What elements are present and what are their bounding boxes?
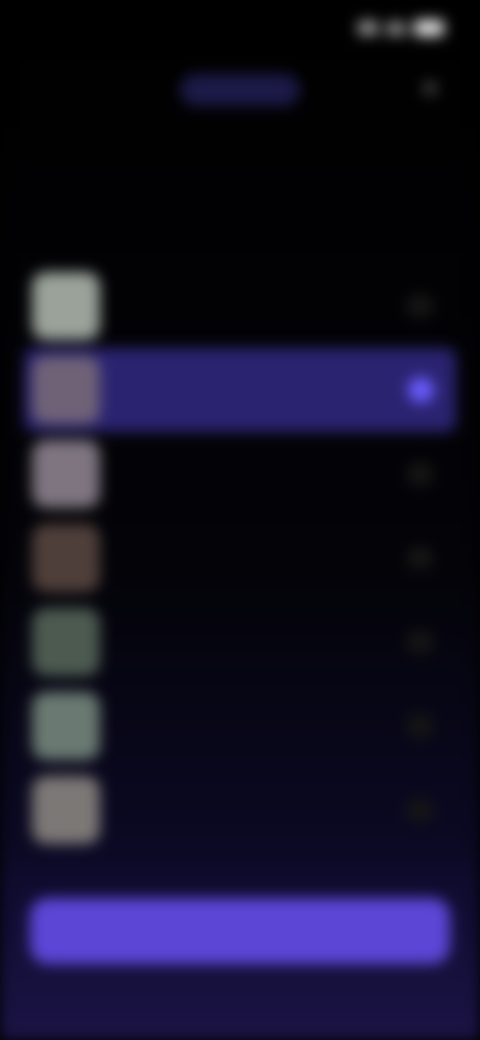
select-indicator[interactable] (406, 714, 434, 738)
select-indicator[interactable] (408, 377, 434, 403)
avatar (32, 440, 100, 508)
status-icons (358, 20, 444, 36)
status-time (34, 16, 104, 42)
select-indicator[interactable] (406, 462, 434, 486)
wifi-icon (386, 21, 406, 35)
select-indicator[interactable] (406, 630, 434, 654)
status-bar (0, 0, 480, 60)
nav-title-pill (180, 74, 300, 106)
screen: ✕ (0, 0, 480, 1040)
avatar (32, 608, 100, 676)
battery-icon (414, 20, 444, 36)
top-nav: ✕ (0, 60, 480, 120)
list-item[interactable] (24, 348, 456, 432)
list-item[interactable] (24, 768, 456, 852)
avatar (32, 776, 100, 844)
avatar (32, 524, 100, 592)
select-indicator[interactable] (406, 798, 434, 822)
close-icon[interactable]: ✕ (416, 76, 444, 104)
avatar (32, 272, 100, 340)
list-item[interactable] (24, 432, 456, 516)
list-item[interactable] (24, 516, 456, 600)
avatar (32, 356, 100, 424)
primary-button[interactable] (30, 898, 450, 964)
list-item[interactable] (24, 264, 456, 348)
user-list (24, 264, 456, 852)
select-indicator[interactable] (406, 546, 434, 570)
avatar (32, 692, 100, 760)
list-item[interactable] (24, 600, 456, 684)
signal-icon (358, 21, 378, 35)
list-item[interactable] (24, 684, 456, 768)
select-indicator[interactable] (406, 294, 434, 318)
